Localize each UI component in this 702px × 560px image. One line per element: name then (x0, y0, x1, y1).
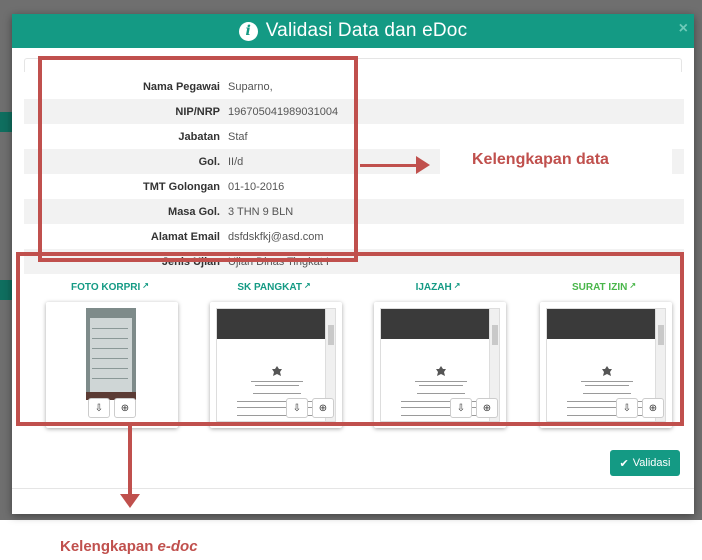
annotation-arrow-right (360, 164, 420, 167)
annotation-label-data: Kelengkapan data (440, 136, 672, 184)
close-icon[interactable]: × (679, 20, 688, 38)
annotation-label-edoc-em: e-doc (157, 538, 198, 555)
backdrop-accent (0, 112, 12, 132)
annotation-label-edoc-prefix: Kelengkapan (60, 538, 158, 555)
validasi-button-label: Validasi (632, 457, 671, 469)
info-icon: i (238, 21, 258, 41)
annotation-box-edoc (16, 252, 684, 426)
modal-title: Validasi Data dan eDoc (265, 20, 468, 41)
annotation-label-edoc: Kelengkapan e-doc (60, 538, 198, 555)
annotation-box-data (38, 56, 358, 262)
annotation-arrow-down-head (120, 494, 140, 508)
validasi-button[interactable]: ✔ Validasi (610, 450, 680, 476)
modal-header: i Validasi Data dan eDoc × (12, 14, 694, 48)
annotation-arrow-right-head (416, 156, 430, 174)
check-icon: ✔ (619, 457, 629, 470)
backdrop-accent (0, 280, 12, 300)
annotation-arrow-down (128, 426, 132, 496)
footer-divider (12, 488, 694, 489)
